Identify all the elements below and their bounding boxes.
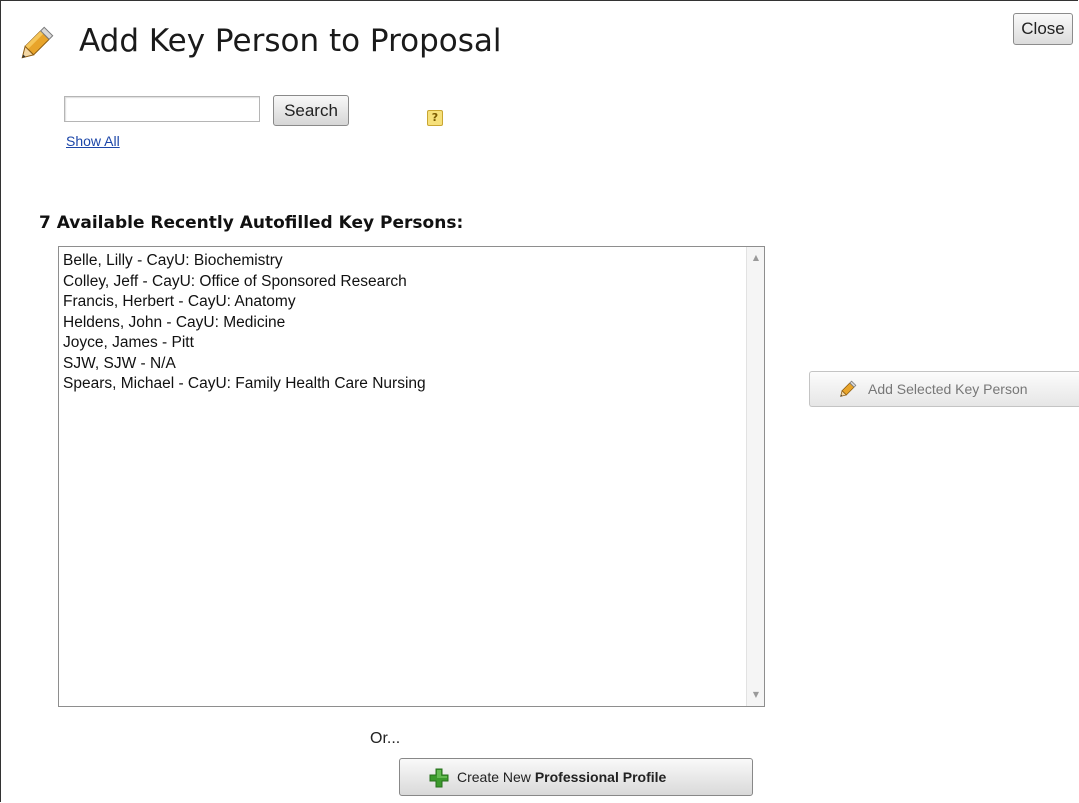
help-icon[interactable]: ? bbox=[427, 110, 443, 126]
create-profile-label: Create New Professional Profile bbox=[457, 769, 666, 785]
create-label-bold: Professional Profile bbox=[534, 769, 667, 785]
pencil-icon bbox=[840, 380, 857, 397]
list-item[interactable]: Francis, Herbert - CayU: Anatomy bbox=[63, 292, 742, 313]
dialog-window: Add Key Person to Proposal Close Search … bbox=[0, 0, 1079, 802]
list-item[interactable]: Colley, Jeff - CayU: Office of Sponsored… bbox=[63, 272, 742, 293]
add-selected-label: Add Selected Key Person bbox=[868, 381, 1028, 397]
key-persons-list: Belle, Lilly - CayU: Biochemistry Colley… bbox=[63, 251, 742, 704]
show-all-link[interactable]: Show All bbox=[66, 133, 120, 149]
search-button[interactable]: Search bbox=[273, 95, 349, 126]
list-item[interactable]: Heldens, John - CayU: Medicine bbox=[63, 313, 742, 334]
list-item[interactable]: Joyce, James - Pitt bbox=[63, 333, 742, 354]
create-label-prefix: Create New bbox=[457, 769, 535, 785]
create-professional-profile-button[interactable]: Create New Professional Profile bbox=[399, 758, 753, 796]
scroll-down-icon[interactable]: ▼ bbox=[749, 688, 763, 702]
close-button[interactable]: Close bbox=[1013, 13, 1073, 45]
page-title: Add Key Person to Proposal bbox=[79, 23, 502, 59]
list-item[interactable]: SJW, SJW - N/A bbox=[63, 354, 742, 375]
search-input[interactable] bbox=[64, 96, 260, 122]
key-persons-listbox[interactable]: Belle, Lilly - CayU: Biochemistry Colley… bbox=[58, 246, 765, 707]
add-selected-key-person-button[interactable]: Add Selected Key Person bbox=[809, 371, 1079, 407]
pencil-icon bbox=[21, 26, 54, 59]
green-plus-icon bbox=[429, 768, 449, 788]
list-scrollbar[interactable]: ▲ ▼ bbox=[746, 247, 764, 706]
or-separator: Or... bbox=[370, 730, 401, 747]
scroll-up-icon[interactable]: ▲ bbox=[749, 251, 763, 265]
list-item[interactable]: Belle, Lilly - CayU: Biochemistry bbox=[63, 251, 742, 272]
list-item[interactable]: Spears, Michael - CayU: Family Health Ca… bbox=[63, 374, 742, 395]
list-heading: 7 Available Recently Autofilled Key Pers… bbox=[39, 213, 464, 233]
